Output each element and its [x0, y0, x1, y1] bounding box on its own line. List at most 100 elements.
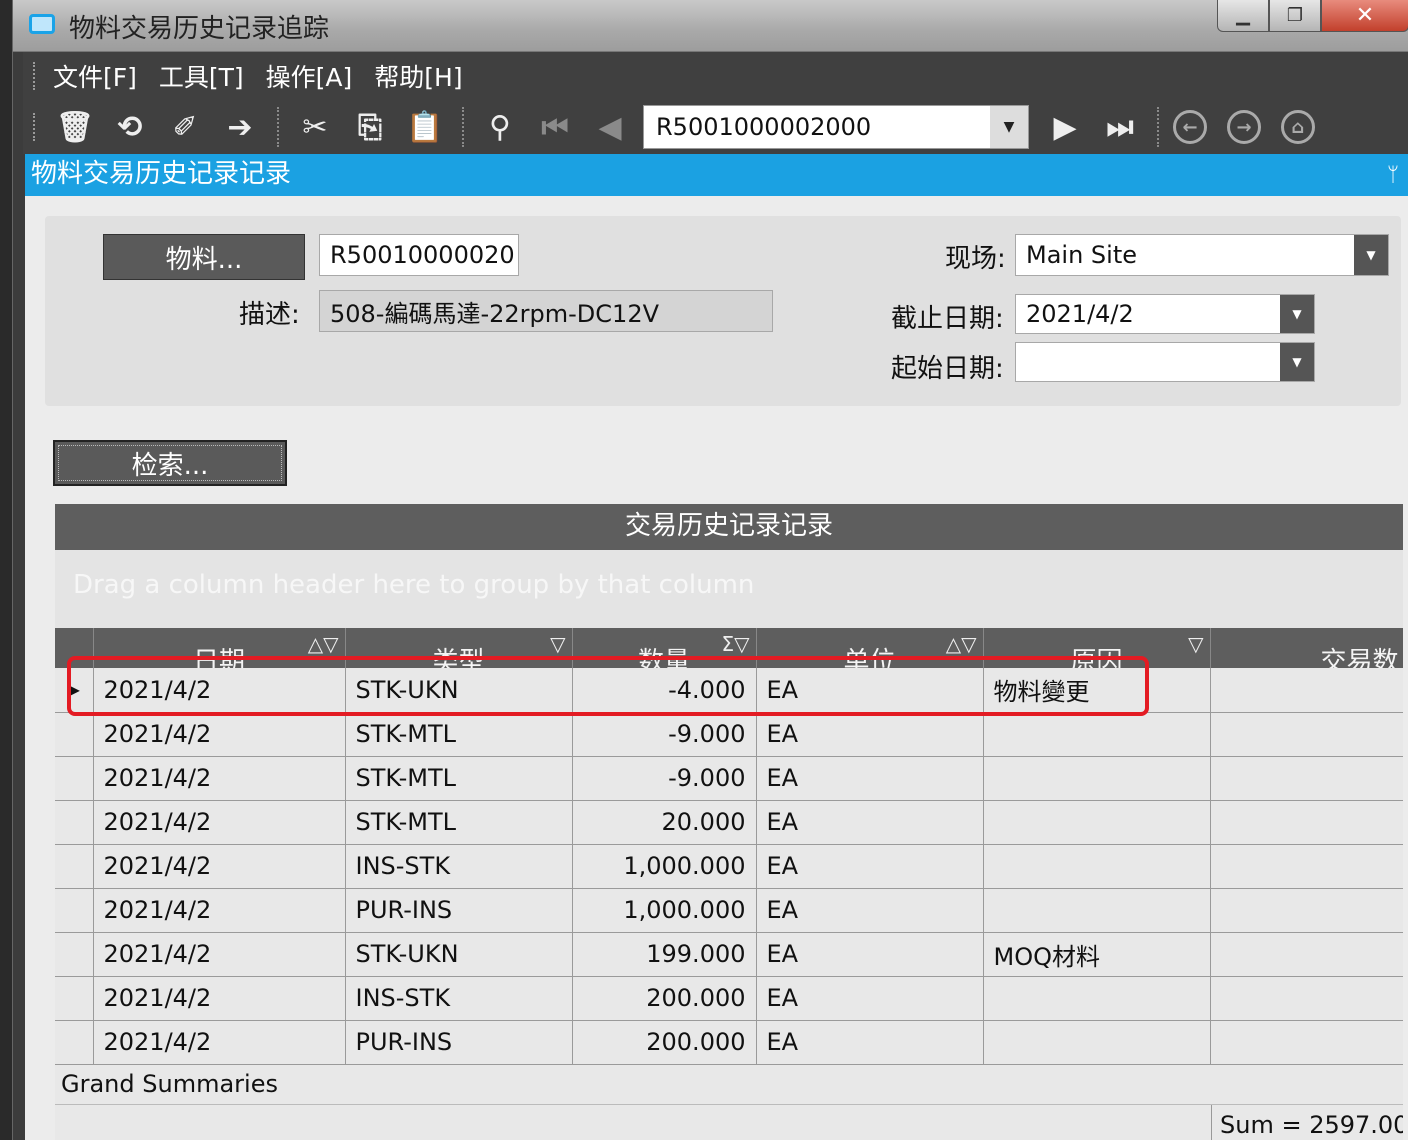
row-selector[interactable] [55, 932, 94, 977]
cell-transaction[interactable] [1210, 844, 1403, 889]
cell-date[interactable]: 2021/4/2 [93, 800, 346, 845]
cell-quantity[interactable]: 200.000 [572, 976, 757, 1021]
column-header-quantity[interactable]: 数量 Σ▽ [572, 628, 757, 668]
cell-quantity[interactable]: 199.000 [572, 932, 757, 977]
table-row[interactable]: 2021/4/2 STK-MTL 20.000 EA [55, 800, 1403, 845]
row-selector[interactable] [55, 844, 94, 889]
close-button[interactable]: ✕ [1321, 0, 1408, 32]
cell-date[interactable]: 2021/4/2 [93, 932, 346, 977]
row-selector[interactable] [55, 976, 94, 1021]
chevron-down-icon[interactable]: ▼ [1280, 295, 1314, 333]
column-header-date[interactable]: 日期 △▽ [93, 628, 346, 668]
search-button[interactable]: 检索... [53, 440, 287, 486]
sum-filter-icon[interactable]: Σ▽ [721, 632, 749, 656]
table-row[interactable]: 2021/4/2 PUR-INS 200.000 EA [55, 1020, 1403, 1065]
cell-unit[interactable]: EA [756, 1020, 984, 1065]
cell-quantity[interactable]: 200.000 [572, 1020, 757, 1065]
column-header-unit[interactable]: 单位 △▽ [756, 628, 984, 668]
cell-type[interactable]: STK-MTL [345, 756, 573, 801]
menu-tools[interactable]: 工具[T] [159, 58, 244, 94]
cell-transaction[interactable] [1210, 976, 1403, 1021]
cell-date[interactable]: 2021/4/2 [93, 976, 346, 1021]
site-select[interactable]: Main Site ▼ [1015, 234, 1389, 276]
group-by-area[interactable]: Drag a column header here to group by th… [55, 550, 1403, 628]
cell-quantity[interactable]: -9.000 [572, 712, 757, 757]
cell-reason[interactable] [983, 1020, 1211, 1065]
cell-quantity[interactable]: 20.000 [572, 800, 757, 845]
filter-icon[interactable]: ▽ [1188, 632, 1203, 656]
filter-icon[interactable]: ▽ [550, 632, 565, 656]
previous-record-icon[interactable]: ◀ [588, 105, 632, 149]
cell-unit[interactable]: EA [756, 668, 984, 713]
go-icon[interactable]: ➔ [218, 105, 262, 149]
cell-type[interactable]: STK-MTL [345, 712, 573, 757]
cell-reason[interactable] [983, 800, 1211, 845]
sort-filter-icon[interactable]: △▽ [946, 632, 977, 656]
cell-unit[interactable]: EA [756, 712, 984, 757]
table-row[interactable]: 2021/4/2 STK-UKN 199.000 EA MOQ材料 [55, 932, 1403, 977]
end-date-picker[interactable]: 2021/4/2 ▼ [1015, 294, 1315, 334]
cell-unit[interactable]: EA [756, 756, 984, 801]
cell-unit[interactable]: EA [756, 844, 984, 889]
cell-quantity[interactable]: 1,000.000 [572, 844, 757, 889]
cell-unit[interactable]: EA [756, 888, 984, 933]
menu-actions[interactable]: 操作[A] [266, 58, 353, 94]
clear-icon[interactable]: ✐ [163, 105, 207, 149]
cell-type[interactable]: INS-STK [345, 844, 573, 889]
cell-reason[interactable] [983, 756, 1211, 801]
cell-transaction[interactable] [1210, 668, 1403, 713]
column-header-reason[interactable]: 原因 ▽ [983, 628, 1211, 668]
cell-date[interactable]: 2021/4/2 [93, 668, 346, 713]
cell-reason[interactable] [983, 844, 1211, 889]
paste-icon[interactable]: 📋 [403, 105, 447, 149]
material-button[interactable]: 物料... [103, 234, 305, 280]
cell-transaction[interactable] [1210, 932, 1403, 977]
cell-unit[interactable]: EA [756, 976, 984, 1021]
cell-transaction[interactable] [1210, 712, 1403, 757]
cell-date[interactable]: 2021/4/2 [93, 756, 346, 801]
forward-icon[interactable]: → [1227, 110, 1261, 144]
next-record-icon[interactable]: ▶ [1043, 105, 1087, 149]
pin-icon[interactable]: ᛘ [1387, 154, 1399, 194]
table-row[interactable]: ▶ 2021/4/2 STK-UKN -4.000 EA 物料變更 [55, 668, 1403, 713]
cell-transaction[interactable] [1210, 888, 1403, 933]
table-row[interactable]: 2021/4/2 INS-STK 200.000 EA [55, 976, 1403, 1021]
menu-file[interactable]: 文件[F] [53, 58, 137, 94]
chevron-down-icon[interactable]: ▼ [1354, 235, 1388, 275]
row-selector[interactable] [55, 756, 94, 801]
last-record-icon[interactable]: ⏭ [1098, 105, 1142, 149]
table-row[interactable]: 2021/4/2 INS-STK 1,000.000 EA [55, 844, 1403, 889]
cell-reason[interactable] [983, 888, 1211, 933]
row-selector[interactable] [55, 800, 94, 845]
cell-date[interactable]: 2021/4/2 [93, 712, 346, 757]
minimize-button[interactable]: ▁ [1217, 0, 1269, 32]
row-selector[interactable] [55, 888, 94, 933]
cell-reason[interactable] [983, 976, 1211, 1021]
column-header-type[interactable]: 类型 ▽ [345, 628, 573, 668]
cell-transaction[interactable] [1210, 800, 1403, 845]
first-record-icon[interactable]: ⏮ [533, 105, 577, 149]
cell-quantity[interactable]: 1,000.000 [572, 888, 757, 933]
cell-date[interactable]: 2021/4/2 [93, 844, 346, 889]
cell-date[interactable]: 2021/4/2 [93, 1020, 346, 1065]
row-selector[interactable] [55, 712, 94, 757]
cell-type[interactable]: STK-UKN [345, 668, 573, 713]
row-selector[interactable]: ▶ [55, 668, 94, 713]
table-row[interactable]: 2021/4/2 STK-MTL -9.000 EA [55, 712, 1403, 757]
cell-type[interactable]: PUR-INS [345, 1020, 573, 1065]
record-selector[interactable]: R5001000002000 ▼ [643, 105, 1029, 149]
cell-transaction[interactable] [1210, 756, 1403, 801]
material-field[interactable]: R50010000020 [319, 234, 519, 276]
maximize-button[interactable]: ❐ [1269, 0, 1321, 32]
home-icon[interactable]: ⌂ [1281, 110, 1315, 144]
cell-transaction[interactable] [1210, 1020, 1403, 1065]
table-row[interactable]: 2021/4/2 STK-MTL -9.000 EA [55, 756, 1403, 801]
cell-type[interactable]: PUR-INS [345, 888, 573, 933]
cell-quantity[interactable]: -4.000 [572, 668, 757, 713]
cell-unit[interactable]: EA [756, 932, 984, 977]
cell-type[interactable]: INS-STK [345, 976, 573, 1021]
cell-type[interactable]: STK-UKN [345, 932, 573, 977]
cell-reason[interactable]: MOQ材料 [983, 932, 1211, 977]
row-selector[interactable] [55, 1020, 94, 1065]
chevron-down-icon[interactable]: ▼ [990, 106, 1028, 148]
